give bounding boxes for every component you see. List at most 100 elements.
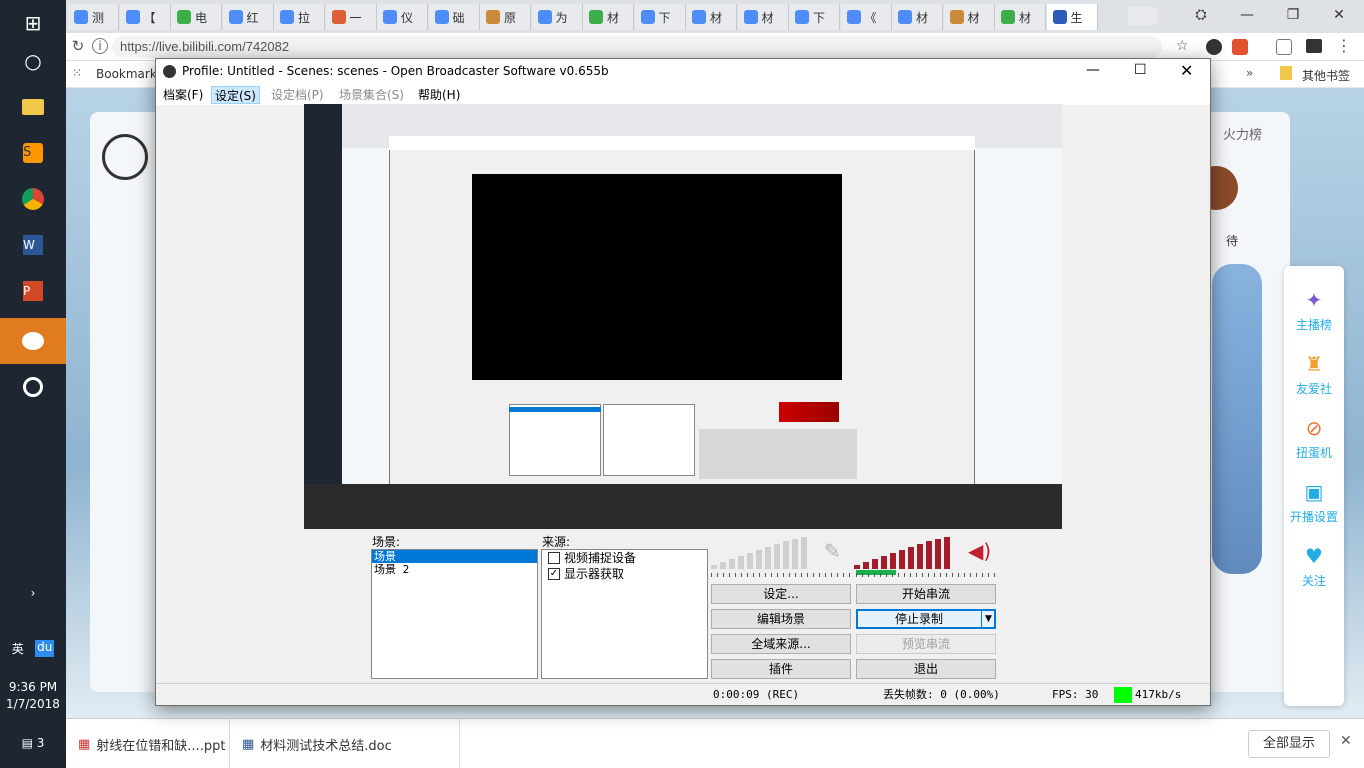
new-tab-button[interactable] xyxy=(1128,7,1158,25)
browser-tab[interactable]: 原 xyxy=(480,4,531,30)
notification-icon[interactable]: ▤ 3 xyxy=(0,736,66,750)
browser-tab[interactable]: 《 xyxy=(840,4,892,30)
extension-icon[interactable] xyxy=(1206,39,1222,55)
close-download-bar-icon[interactable]: ✕ xyxy=(1340,733,1352,749)
minimize-button[interactable]: — xyxy=(1224,0,1270,30)
reload-icon[interactable]: ↻ xyxy=(68,37,88,57)
tab-favicon-icon xyxy=(537,10,552,24)
tab-label: 材 xyxy=(916,10,929,25)
obs-maximize-button[interactable]: ☐ xyxy=(1134,62,1147,78)
menu-file[interactable]: 档案(F) xyxy=(160,86,206,104)
exit-button[interactable]: 退出 xyxy=(856,659,996,679)
bookmarks-label[interactable]: Bookmarks xyxy=(96,67,163,81)
extension-icon[interactable] xyxy=(1232,39,1248,55)
url-field[interactable]: https://live.bilibili.com/742082 xyxy=(112,36,1162,58)
browser-tab[interactable]: 【 xyxy=(119,4,171,30)
browser-tab[interactable]: 为 xyxy=(531,4,583,30)
browser-tab[interactable]: 测 xyxy=(68,4,119,30)
obs-icon[interactable] xyxy=(0,364,66,410)
clock-date[interactable]: 1/7/2018 xyxy=(0,697,66,711)
word-icon[interactable]: W xyxy=(0,222,66,268)
start-stream-button[interactable]: 开始串流 xyxy=(856,584,996,604)
browser-tab[interactable]: 拉 xyxy=(274,4,325,30)
obs-logo-icon xyxy=(163,65,176,78)
browser-tab[interactable]: 材 xyxy=(995,4,1046,30)
streamer-avatar[interactable] xyxy=(102,134,148,180)
browser-tab[interactable]: 下 xyxy=(789,4,840,30)
global-sources-button[interactable]: 全域来源... xyxy=(711,634,851,654)
menu-settings[interactable]: 设定(S) xyxy=(211,86,260,104)
tab-favicon-icon xyxy=(846,10,861,24)
browser-tab[interactable]: 础 xyxy=(428,4,480,30)
stop-recording-button[interactable]: 停止录制 ▼ xyxy=(856,609,996,629)
powerpoint-icon[interactable]: P xyxy=(0,268,66,314)
browser-tab[interactable]: 电 xyxy=(171,4,222,30)
source-item[interactable]: ✓ 显示器获取 xyxy=(542,566,707,582)
mic-slider[interactable] xyxy=(711,573,851,577)
pocket-icon[interactable] xyxy=(1306,39,1322,53)
input-language[interactable]: 英 xyxy=(12,640,24,657)
browser-tab[interactable]: 材 xyxy=(737,4,789,30)
star-icon[interactable]: ☆ xyxy=(1176,38,1189,54)
menu-profiles[interactable]: 设定档(P) xyxy=(268,86,327,104)
apps-icon[interactable]: ⁙ xyxy=(72,66,82,80)
scene-item[interactable]: 场景 xyxy=(372,550,537,563)
browser-tab[interactable]: 材 xyxy=(892,4,943,30)
speaker-icon[interactable]: ◀) xyxy=(968,539,991,563)
side-item-anchor-rank[interactable]: ✦ 主播榜 xyxy=(1284,288,1344,333)
browser-tab[interactable]: 生 xyxy=(1046,4,1098,30)
source-checkbox[interactable] xyxy=(548,552,560,564)
file-explorer-icon[interactable] xyxy=(0,84,66,130)
download-item[interactable]: ▦ 射线在位错和缺....ppt xyxy=(66,719,230,768)
ranking-tab[interactable]: 火力榜 xyxy=(1223,124,1262,143)
browser-tab[interactable]: 下 xyxy=(634,4,686,30)
ime-icon[interactable]: du xyxy=(35,640,55,657)
search-icon[interactable]: ○ xyxy=(0,38,66,84)
scenes-list[interactable]: 场景 场景 2 xyxy=(371,549,538,679)
sources-list[interactable]: 视频捕捉设备 ✓ 显示器获取 xyxy=(541,549,708,679)
side-item-stream-settings[interactable]: ▣ 开播设置 xyxy=(1284,480,1344,525)
wechat-icon[interactable] xyxy=(0,318,66,364)
account-icon[interactable]: ⛭ xyxy=(1178,0,1224,30)
clock-time[interactable]: 9:36 PM xyxy=(0,680,66,694)
show-all-button[interactable]: 全部显示 xyxy=(1248,730,1330,758)
microphone-icon[interactable]: ✎ xyxy=(824,539,841,563)
preview-stream-button[interactable]: 预览串流 xyxy=(856,634,996,654)
other-bookmarks[interactable]: 其他书签 xyxy=(1302,67,1350,84)
menu-icon[interactable]: ⋮ xyxy=(1336,36,1352,55)
source-checkbox-checked[interactable]: ✓ xyxy=(548,568,560,580)
browser-tab[interactable]: 材 xyxy=(583,4,634,30)
side-item-fan-club[interactable]: ♜ 友爱社 xyxy=(1284,352,1344,397)
menu-help[interactable]: 帮助(H) xyxy=(415,86,463,104)
close-button[interactable]: ✕ xyxy=(1316,0,1362,30)
edit-scene-button[interactable]: 编辑场景 xyxy=(711,609,851,629)
browser-tab[interactable]: 一 xyxy=(325,4,377,30)
tab-label: 拉 xyxy=(298,10,311,25)
scene-item[interactable]: 场景 2 xyxy=(372,563,537,576)
restore-button[interactable]: ❐ xyxy=(1270,0,1316,30)
plugins-button[interactable]: 插件 xyxy=(711,659,851,679)
info-icon[interactable]: i xyxy=(92,38,108,54)
desktop-slider[interactable] xyxy=(856,573,996,577)
shield-icon[interactable] xyxy=(1276,39,1292,55)
obs-minimize-button[interactable]: — xyxy=(1086,62,1100,78)
side-item-follow[interactable]: ♥ 关注 xyxy=(1284,544,1344,589)
browser-tab[interactable]: 仪 xyxy=(377,4,428,30)
chrome-icon[interactable] xyxy=(0,176,66,222)
menu-scene-collection[interactable]: 场景集合(S) xyxy=(336,86,407,104)
browser-tab[interactable]: 红 xyxy=(222,4,274,30)
browser-tab[interactable]: 材 xyxy=(686,4,737,30)
desktop-volume-meter[interactable] xyxy=(854,537,966,569)
settings-button[interactable]: 设定... xyxy=(711,584,851,604)
dropdown-arrow-icon[interactable]: ▼ xyxy=(981,610,995,628)
folder-icon xyxy=(1280,66,1292,80)
browser-tab[interactable]: 材 xyxy=(943,4,995,30)
overflow-chevron-icon[interactable]: » xyxy=(1246,66,1253,80)
sublime-icon[interactable]: S xyxy=(0,130,66,176)
side-item-gacha[interactable]: ⊘ 扭蛋机 xyxy=(1284,416,1344,461)
tray-expand-icon[interactable]: › xyxy=(0,586,66,600)
source-item[interactable]: 视频捕捉设备 xyxy=(542,550,707,566)
obs-close-button[interactable]: ✕ xyxy=(1180,61,1193,80)
stream-preview xyxy=(304,104,1062,529)
download-item[interactable]: ▦ 材料测试技术总结.doc xyxy=(230,719,460,768)
